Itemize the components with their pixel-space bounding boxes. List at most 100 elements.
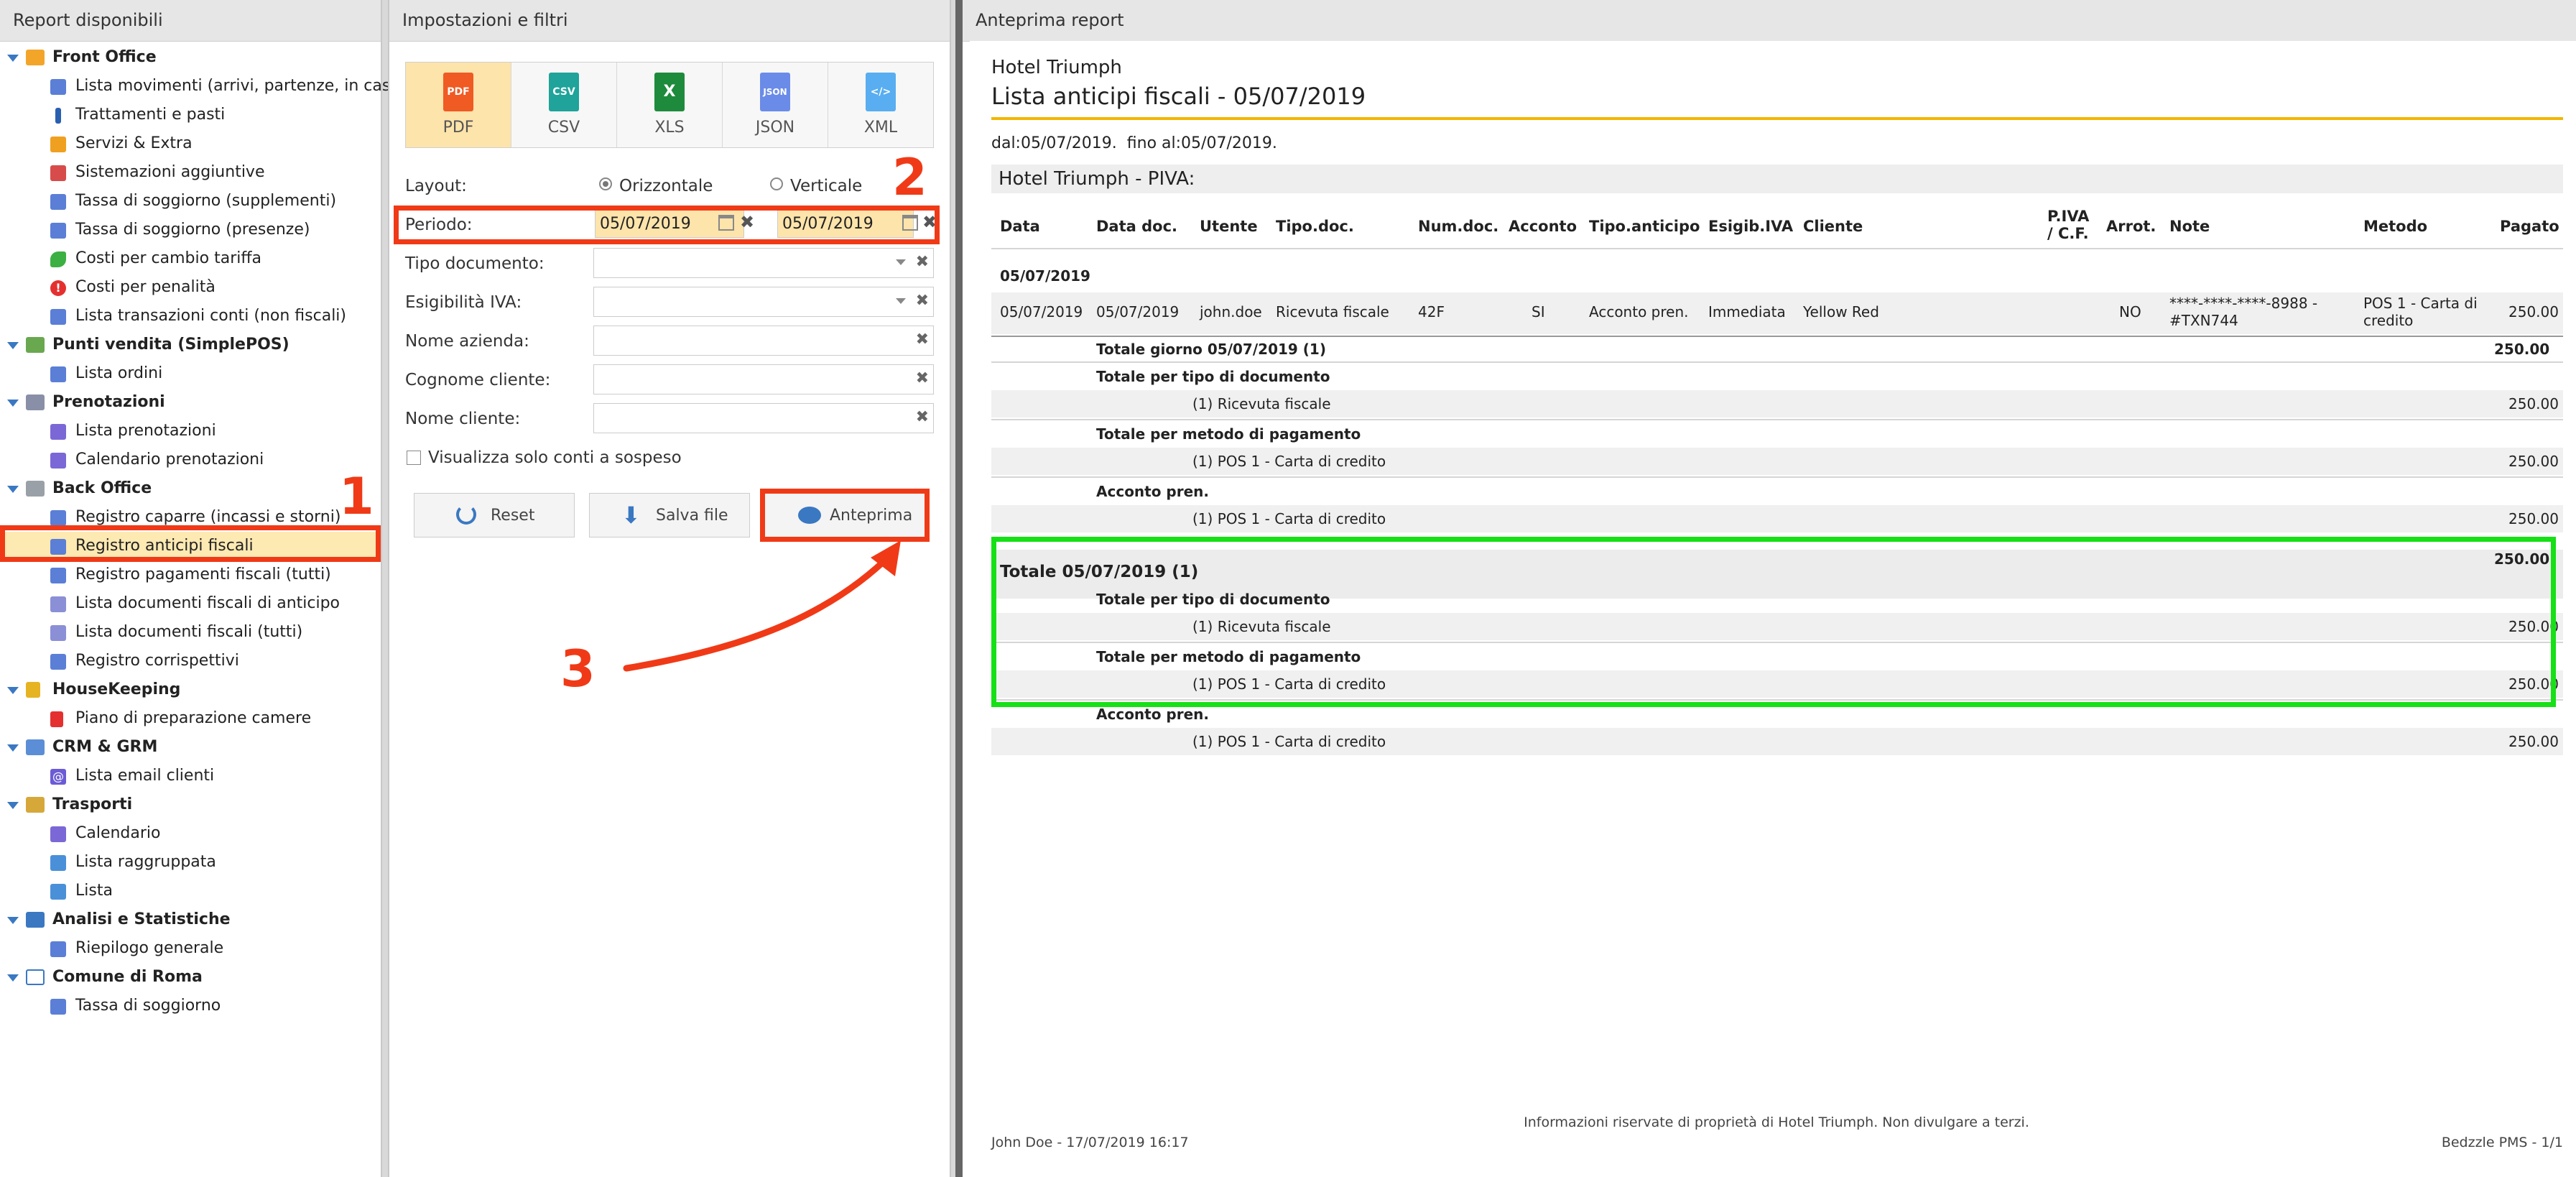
col-header: Tipo.anticipo bbox=[1589, 218, 1700, 235]
azienda-input[interactable]: ✖ bbox=[593, 326, 934, 356]
col-header: Data doc. bbox=[1096, 218, 1178, 235]
tree-group-analisi[interactable]: Analisi e Statistiche bbox=[0, 905, 381, 934]
sospeso-checkbox[interactable] bbox=[407, 451, 421, 465]
cell-tipoant: Acconto pren. bbox=[1589, 303, 1689, 320]
divider bbox=[991, 361, 2563, 363]
reset-button[interactable]: Reset bbox=[414, 493, 575, 537]
clear-icon[interactable]: ✖ bbox=[916, 253, 929, 271]
warning-icon: ! bbox=[50, 280, 66, 296]
tree-item[interactable]: Lista bbox=[0, 877, 381, 905]
clear-icon[interactable]: ✖ bbox=[916, 408, 929, 426]
tree-item[interactable]: Tassa di soggiorno bbox=[0, 992, 381, 1020]
tree-item[interactable]: Lista documenti fiscali (tutti) bbox=[0, 618, 381, 647]
cell-acconto: SI bbox=[1532, 303, 1545, 320]
tree-item[interactable]: Calendario bbox=[0, 819, 381, 848]
cell-cliente: Yellow Red bbox=[1803, 303, 1879, 320]
report-period: dal:05/07/2019. fino al:05/07/2019. bbox=[991, 134, 1277, 152]
annotation-number-3: 3 bbox=[560, 640, 596, 698]
tree-group-prenotazioni[interactable]: Prenotazioni bbox=[0, 388, 381, 417]
tree-group-front-office[interactable]: Front Office bbox=[0, 43, 381, 72]
group-label: Punti vendita (SimplePOS) bbox=[52, 336, 289, 354]
format-selector: PDF PDF CSV CSV X XLS JSON JSON </> XML bbox=[405, 62, 934, 148]
tree-group-housekeeping[interactable]: HouseKeeping bbox=[0, 675, 381, 704]
tree-item[interactable]: Tassa di soggiorno (presenze) bbox=[0, 216, 381, 244]
azienda-label: Nome azienda: bbox=[405, 332, 529, 351]
tree-item[interactable]: Trattamenti e pasti bbox=[0, 101, 381, 129]
radio-orizzontale[interactable] bbox=[599, 177, 612, 190]
format-xls[interactable]: X XLS bbox=[617, 63, 723, 147]
tree-item[interactable]: Registro pagamenti fiscali (tutti) bbox=[0, 560, 381, 589]
tree-item[interactable]: Costi per cambio tariffa bbox=[0, 244, 381, 273]
expand-triangle-icon[interactable] bbox=[7, 802, 19, 809]
format-json[interactable]: JSON JSON bbox=[723, 63, 828, 147]
tree-item[interactable]: Riepilogo generale bbox=[0, 934, 381, 963]
salva-file-button[interactable]: ⬇ Salva file bbox=[589, 493, 750, 537]
format-csv[interactable]: CSV CSV bbox=[511, 63, 617, 147]
expand-triangle-icon[interactable] bbox=[7, 974, 19, 982]
expand-triangle-icon[interactable] bbox=[7, 400, 19, 407]
chevron-down-icon[interactable] bbox=[896, 259, 906, 265]
tree-item[interactable]: Tassa di soggiorno (supplementi) bbox=[0, 187, 381, 216]
tree-item[interactable]: Lista transazioni conti (non fiscali) bbox=[0, 302, 381, 331]
clear-icon[interactable]: ✖ bbox=[916, 292, 929, 310]
col-header: Acconto bbox=[1509, 218, 1577, 235]
total-method-item: (1) POS 1 - Carta di credito bbox=[1192, 453, 1386, 470]
tree-group-comune-roma[interactable]: Comune di Roma bbox=[0, 963, 381, 992]
format-xml[interactable]: </> XML bbox=[828, 63, 933, 147]
tree-item[interactable]: @ Lista email clienti bbox=[0, 762, 381, 790]
radio-verticale[interactable] bbox=[770, 177, 783, 190]
divider bbox=[991, 476, 2563, 478]
total-method-label: Totale per metodo di pagamento bbox=[1096, 425, 1361, 443]
item-label: Calendario bbox=[75, 824, 161, 842]
divider bbox=[991, 248, 2563, 249]
cell-tipodoc: Ricevuta fiscale bbox=[1276, 303, 1389, 320]
expand-triangle-icon[interactable] bbox=[7, 744, 19, 752]
expand-triangle-icon[interactable] bbox=[7, 687, 19, 694]
json-icon: JSON bbox=[760, 73, 790, 111]
col-header: Esigib.IVA bbox=[1708, 218, 1794, 235]
col-header: / C.F. bbox=[2047, 225, 2089, 242]
expand-triangle-icon[interactable] bbox=[7, 342, 19, 349]
tree-group-back-office[interactable]: Back Office bbox=[0, 474, 381, 503]
item-label: Calendario prenotazioni bbox=[75, 451, 264, 469]
tax-icon bbox=[50, 223, 66, 239]
period-from-label: dal: bbox=[991, 134, 1021, 152]
cell-note: ****-****-****-8988 - bbox=[2169, 295, 2318, 312]
tipo-documento-select[interactable]: ✖ bbox=[593, 248, 934, 278]
nome-input[interactable]: ✖ bbox=[593, 403, 934, 433]
clear-icon[interactable]: ✖ bbox=[916, 369, 929, 387]
expand-triangle-icon[interactable] bbox=[7, 486, 19, 493]
tree-group-trasporti[interactable]: Trasporti bbox=[0, 790, 381, 819]
chevron-down-icon[interactable] bbox=[896, 298, 906, 304]
tree-item[interactable]: ! Costi per penalità bbox=[0, 273, 381, 302]
item-label: Piano di preparazione camere bbox=[75, 709, 312, 727]
tree-item[interactable]: Lista prenotazioni bbox=[0, 417, 381, 446]
tree-item[interactable]: Lista ordini bbox=[0, 359, 381, 388]
tree-group-crm[interactable]: CRM & GRM bbox=[0, 733, 381, 762]
tree-item[interactable]: Lista movimenti (arrivi, partenze, in ca… bbox=[0, 72, 406, 101]
esigibilita-select[interactable]: ✖ bbox=[593, 287, 934, 317]
annotation-box-2 bbox=[394, 206, 940, 244]
expand-triangle-icon[interactable] bbox=[7, 55, 19, 62]
tree-item[interactable]: Servizi & Extra bbox=[0, 129, 381, 158]
tree-item[interactable]: Calendario prenotazioni bbox=[0, 446, 381, 474]
cognome-input[interactable]: ✖ bbox=[593, 364, 934, 394]
col-header: Num.doc. bbox=[1418, 218, 1499, 235]
footer-note: Informazioni riservate di proprietà di H… bbox=[1524, 1114, 2029, 1130]
reset-label: Reset bbox=[491, 507, 535, 525]
extras-icon bbox=[50, 137, 66, 152]
clear-icon[interactable]: ✖ bbox=[916, 331, 929, 349]
item-label: Registro corrispettivi bbox=[75, 652, 239, 670]
report-sheet: Hotel Triumph Lista anticipi fiscali - 0… bbox=[970, 41, 2576, 1177]
tree-item[interactable]: Piano di preparazione camere bbox=[0, 704, 381, 733]
expand-triangle-icon[interactable] bbox=[7, 917, 19, 924]
item-label: Lista documenti fiscali di anticipo bbox=[75, 594, 340, 612]
tree-item[interactable]: Lista documenti fiscali di anticipo bbox=[0, 589, 381, 618]
tree-group-punti-vendita[interactable]: Punti vendita (SimplePOS) bbox=[0, 331, 381, 359]
tree-item[interactable]: Sistemazioni aggiuntive bbox=[0, 158, 381, 187]
col-header: Arrot. bbox=[2106, 218, 2156, 235]
format-pdf[interactable]: PDF PDF bbox=[406, 63, 511, 147]
tree-item[interactable]: Lista raggruppata bbox=[0, 848, 381, 877]
tree-item[interactable]: Registro corrispettivi bbox=[0, 647, 381, 675]
cell-metodo: POS 1 - Carta di bbox=[2363, 295, 2478, 312]
